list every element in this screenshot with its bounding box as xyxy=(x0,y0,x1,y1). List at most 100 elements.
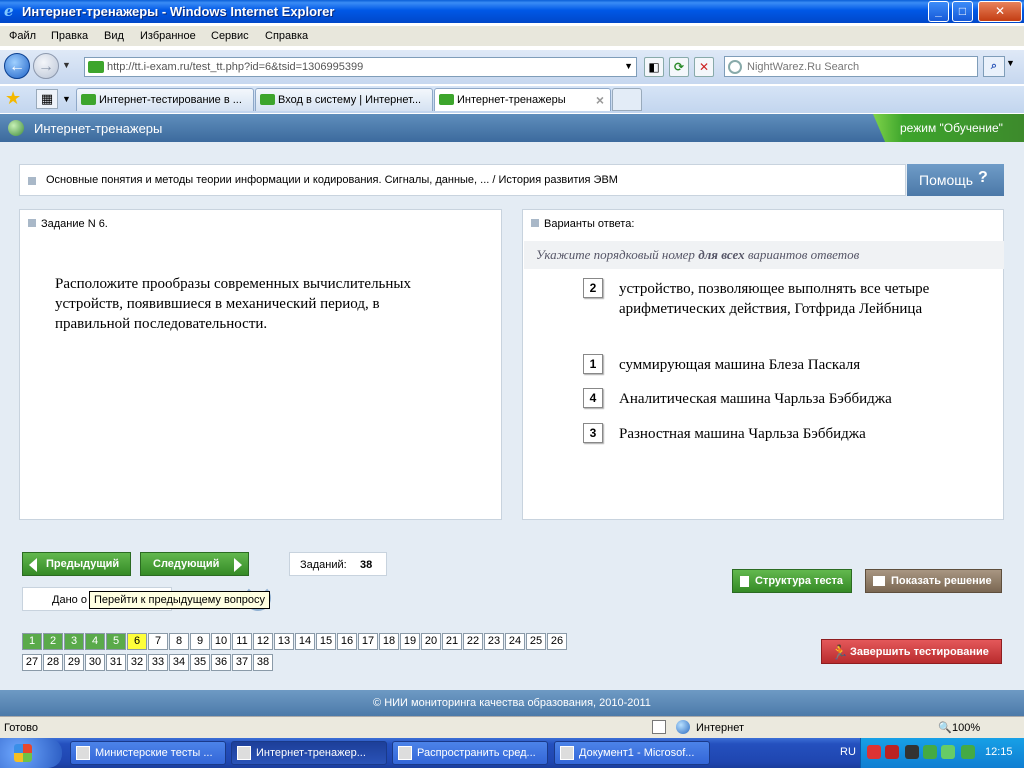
next-button[interactable]: Следующий xyxy=(140,552,249,576)
zoom-icon[interactable]: 🔍 xyxy=(938,721,952,734)
question-number-31[interactable]: 31 xyxy=(106,654,126,671)
show-solution-button[interactable]: Показать решение xyxy=(865,569,1002,593)
question-number-8[interactable]: 8 xyxy=(169,633,189,650)
question-number-19[interactable]: 19 xyxy=(400,633,420,650)
language-indicator[interactable]: RU xyxy=(840,746,856,758)
question-number-34[interactable]: 34 xyxy=(169,654,189,671)
zoom-level[interactable]: 100% xyxy=(952,722,980,734)
close-tab-icon[interactable]: × xyxy=(596,92,604,108)
question-number-37[interactable]: 37 xyxy=(232,654,252,671)
question-number-36[interactable]: 36 xyxy=(211,654,231,671)
question-number-7[interactable]: 7 xyxy=(148,633,168,650)
tab-list-chevron-icon[interactable]: ▼ xyxy=(62,94,71,104)
taskbar-item[interactable]: Министерские тесты ... xyxy=(70,741,226,765)
close-button[interactable]: ✕ xyxy=(978,1,1022,22)
address-url[interactable]: http://tt.i-exam.ru/test_tt.php?id=6&tsi… xyxy=(107,61,363,73)
answer-order-input[interactable] xyxy=(583,423,603,443)
question-number-12[interactable]: 12 xyxy=(253,633,273,650)
question-number-25[interactable]: 25 xyxy=(526,633,546,650)
question-number-24[interactable]: 24 xyxy=(505,633,525,650)
address-bar[interactable]: http://tt.i-exam.ru/test_tt.php?id=6&tsi… xyxy=(84,57,637,77)
search-icon[interactable]: ⌕ xyxy=(983,56,1005,77)
menu-edit[interactable]: Правка xyxy=(51,30,88,42)
question-number-3[interactable]: 3 xyxy=(64,633,84,650)
compatibility-view-icon[interactable]: ◧ xyxy=(644,57,664,77)
tray-app-icon[interactable] xyxy=(905,745,919,759)
search-options-chevron-icon[interactable]: ▼ xyxy=(1006,58,1015,68)
window-title: Интернет-тренажеры - Windows Internet Ex… xyxy=(22,4,335,19)
question-number-29[interactable]: 29 xyxy=(64,654,84,671)
question-number-35[interactable]: 35 xyxy=(190,654,210,671)
question-number-33[interactable]: 33 xyxy=(148,654,168,671)
taskbar-item[interactable]: Распространить сред... xyxy=(392,741,548,765)
question-number-2[interactable]: 2 xyxy=(43,633,63,650)
favorites-star-icon[interactable]: ★ xyxy=(5,88,21,109)
search-input[interactable]: NightWarez.Ru Search xyxy=(724,56,978,77)
tray-app-icon[interactable] xyxy=(867,745,881,759)
question-number-38[interactable]: 38 xyxy=(253,654,273,671)
question-number-21[interactable]: 21 xyxy=(442,633,462,650)
bullet-square-icon xyxy=(28,219,36,227)
question-number-26[interactable]: 26 xyxy=(547,633,567,650)
clock[interactable]: 12:15 xyxy=(985,746,1013,758)
answer-order-input[interactable] xyxy=(583,278,603,298)
test-structure-button[interactable]: Структура теста xyxy=(732,569,852,593)
question-number-5[interactable]: 5 xyxy=(106,633,126,650)
menu-view[interactable]: Вид xyxy=(104,30,124,42)
tab-internet-testing[interactable]: Интернет-тестирование в ... xyxy=(76,88,254,111)
question-number-30[interactable]: 30 xyxy=(85,654,105,671)
taskbar-item[interactable]: Интернет-тренажер... xyxy=(231,741,387,765)
status-text: Готово xyxy=(4,722,38,734)
help-button[interactable]: Помощь ? xyxy=(907,164,1004,196)
forward-button[interactable]: → xyxy=(33,53,59,79)
question-number-23[interactable]: 23 xyxy=(484,633,504,650)
tab-login[interactable]: Вход в систему | Интернет... xyxy=(255,88,433,111)
question-number-13[interactable]: 13 xyxy=(274,633,294,650)
question-number-14[interactable]: 14 xyxy=(295,633,315,650)
popup-blocked-icon[interactable] xyxy=(652,720,666,734)
question-number-17[interactable]: 17 xyxy=(358,633,378,650)
question-number-1[interactable]: 1 xyxy=(22,633,42,650)
question-number-6[interactable]: 6 xyxy=(127,633,147,650)
question-number-18[interactable]: 18 xyxy=(379,633,399,650)
quick-tabs-icon[interactable]: ▦ xyxy=(36,89,58,109)
question-number-22[interactable]: 22 xyxy=(463,633,483,650)
tab-trainers-active[interactable]: Интернет-тренажеры × xyxy=(434,88,611,111)
back-button[interactable]: ← xyxy=(4,53,30,79)
question-number-27[interactable]: 27 xyxy=(22,654,42,671)
answer-order-input[interactable] xyxy=(583,388,603,408)
task-count-label: Заданий: xyxy=(300,559,347,571)
previous-button[interactable]: Предыдущий xyxy=(22,552,131,576)
question-number-28[interactable]: 28 xyxy=(43,654,63,671)
start-button[interactable] xyxy=(0,738,62,768)
question-number-4[interactable]: 4 xyxy=(85,633,105,650)
minimize-button[interactable]: _ xyxy=(928,1,949,22)
menu-file[interactable]: Файл xyxy=(9,30,36,42)
tray-app-icon[interactable] xyxy=(961,745,975,759)
question-number-20[interactable]: 20 xyxy=(421,633,441,650)
question-number-10[interactable]: 10 xyxy=(211,633,231,650)
menu-tools[interactable]: Сервис xyxy=(211,30,249,42)
menu-favorites[interactable]: Избранное xyxy=(140,30,196,42)
question-number-16[interactable]: 16 xyxy=(337,633,357,650)
bullet-square-icon xyxy=(28,177,36,185)
taskbar-item[interactable]: Документ1 - Microsof... xyxy=(554,741,710,765)
question-number-11[interactable]: 11 xyxy=(232,633,252,650)
tray-app-icon[interactable] xyxy=(923,745,937,759)
refresh-icon[interactable]: ⟳ xyxy=(669,57,689,77)
network-icon[interactable] xyxy=(941,745,955,759)
task-question-text: Расположите прообразы современных вычисл… xyxy=(55,276,412,332)
finish-test-button[interactable]: 🏃 Завершить тестирование xyxy=(821,639,1002,664)
antivirus-icon[interactable] xyxy=(885,745,899,759)
answer-order-input[interactable] xyxy=(583,354,603,374)
menu-help[interactable]: Справка xyxy=(265,30,308,42)
address-dropdown-icon[interactable]: ▼ xyxy=(624,61,633,71)
question-number-15[interactable]: 15 xyxy=(316,633,336,650)
new-tab-button[interactable] xyxy=(612,88,642,111)
recent-pages-chevron-icon[interactable]: ▼ xyxy=(62,60,71,70)
question-number-9[interactable]: 9 xyxy=(190,633,210,650)
stop-icon[interactable]: ✕ xyxy=(694,57,714,77)
maximize-button[interactable]: □ xyxy=(952,1,973,22)
tab-favicon-icon xyxy=(439,94,454,105)
question-number-32[interactable]: 32 xyxy=(127,654,147,671)
